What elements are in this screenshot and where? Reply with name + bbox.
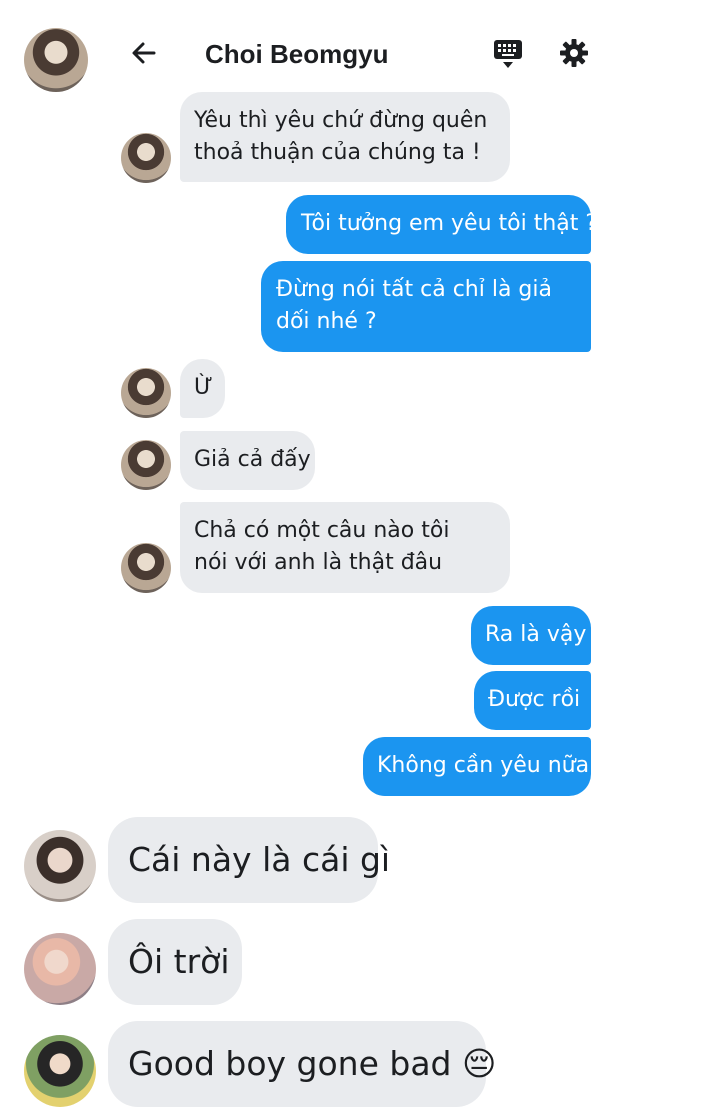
header-avatar[interactable] — [24, 28, 88, 92]
conversation-title: Choi Beomgyu — [205, 39, 389, 69]
contact-avatar — [121, 543, 171, 593]
keyboard-icon — [494, 40, 522, 68]
back-button[interactable] — [128, 38, 160, 68]
keyboard-button[interactable] — [492, 38, 524, 70]
comment-bubble[interactable]: Good boy gone bad 😔 — [108, 1021, 496, 1107]
message-bubble-incoming[interactable]: Giả cả đấy — [180, 431, 315, 490]
message-bubble-incoming[interactable]: Ừ — [180, 359, 225, 418]
message-bubble-outgoing[interactable]: Ra là vậy — [471, 606, 591, 665]
message-bubble-outgoing[interactable]: Không cần yêu nữa — [363, 737, 591, 796]
comment-bubble[interactable]: Cái này là cái gì — [108, 817, 390, 903]
message-bubble-outgoing[interactable]: Tôi tưởng em yêu tôi thật ? — [286, 195, 597, 254]
comment-bubble[interactable]: Ôi trời — [108, 919, 242, 1005]
gear-icon — [560, 39, 588, 67]
message-bubble-incoming[interactable]: Yêu thì yêu chứ đừng quên thoả thuận của… — [180, 92, 510, 182]
message-bubble-incoming[interactable]: Chả có một câu nào tôi nói với anh là th… — [180, 502, 510, 593]
contact-avatar — [121, 440, 171, 490]
message-bubble-outgoing[interactable]: Được rồi — [474, 671, 591, 730]
commenter-avatar[interactable] — [24, 830, 96, 902]
arrow-left-icon — [132, 42, 156, 64]
settings-button[interactable] — [558, 37, 590, 69]
message-bubble-outgoing[interactable]: Đừng nói tất cả chỉ là giả dối nhé ? — [261, 261, 591, 352]
commenter-avatar[interactable] — [24, 1035, 96, 1107]
contact-avatar — [121, 368, 171, 418]
contact-avatar — [121, 133, 171, 183]
commenter-avatar[interactable] — [24, 933, 96, 1005]
